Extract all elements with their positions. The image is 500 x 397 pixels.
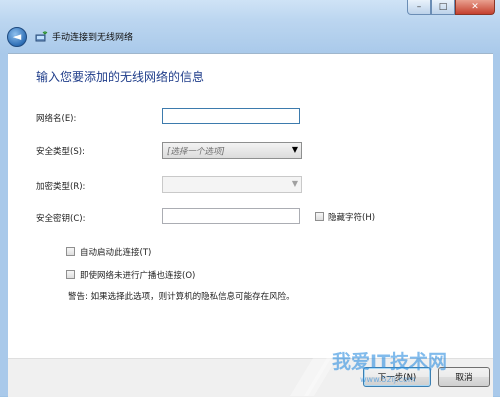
security-key-input[interactable] bbox=[162, 208, 300, 224]
cancel-button[interactable]: 取消 bbox=[438, 367, 490, 387]
network-name-input[interactable] bbox=[162, 108, 300, 124]
auto-start-label[interactable]: 自动启动此连接(T) bbox=[80, 246, 151, 258]
wizard-footer: 下一步(N) 取消 bbox=[8, 358, 493, 397]
dropdown-arrow-icon: ▼ bbox=[291, 145, 298, 154]
security-type-label: 安全类型(S): bbox=[36, 147, 85, 157]
close-button[interactable]: ✕ bbox=[455, 0, 495, 15]
hide-chars-label[interactable]: 隐藏字符(H) bbox=[328, 211, 375, 223]
network-name-label: 网络名(E): bbox=[36, 114, 77, 124]
window-title: 手动连接到无线网络 bbox=[52, 33, 134, 43]
next-button[interactable]: 下一步(N) bbox=[363, 367, 431, 387]
dropdown-arrow-icon: ▼ bbox=[291, 179, 298, 188]
connect-hidden-checkbox[interactable] bbox=[66, 270, 75, 279]
hide-chars-checkbox[interactable] bbox=[315, 212, 324, 221]
caption-buttons: – □ ✕ bbox=[407, 0, 495, 15]
wizard-content: 输入您要添加的无线网络的信息 网络名(E): 安全类型(S): [选择一个选项]… bbox=[8, 53, 493, 359]
security-type-value: [选择一个选项] bbox=[167, 147, 225, 157]
page-heading: 输入您要添加的无线网络的信息 bbox=[36, 70, 205, 84]
wireless-network-icon bbox=[35, 31, 48, 42]
maximize-button[interactable]: □ bbox=[431, 0, 455, 15]
privacy-warning: 警告: 如果选择此选项，则计算机的隐私信息可能存在风险。 bbox=[68, 292, 295, 302]
wizard-window: – □ ✕ ◄ 手动连接到无线网络 输入您要添加的无线网络的信息 网络名(E):… bbox=[0, 0, 500, 397]
security-type-select[interactable]: [选择一个选项] ▼ bbox=[162, 142, 302, 159]
back-arrow-icon[interactable]: ◄ bbox=[7, 27, 27, 47]
encryption-type-select: ▼ bbox=[162, 176, 302, 193]
auto-start-checkbox[interactable] bbox=[66, 247, 75, 256]
minimize-button[interactable]: – bbox=[407, 0, 431, 15]
encryption-type-label: 加密类型(R): bbox=[36, 182, 86, 192]
connect-hidden-label[interactable]: 即使网络未进行广播也连接(O) bbox=[80, 269, 195, 281]
security-key-label: 安全密钥(C): bbox=[36, 214, 86, 224]
